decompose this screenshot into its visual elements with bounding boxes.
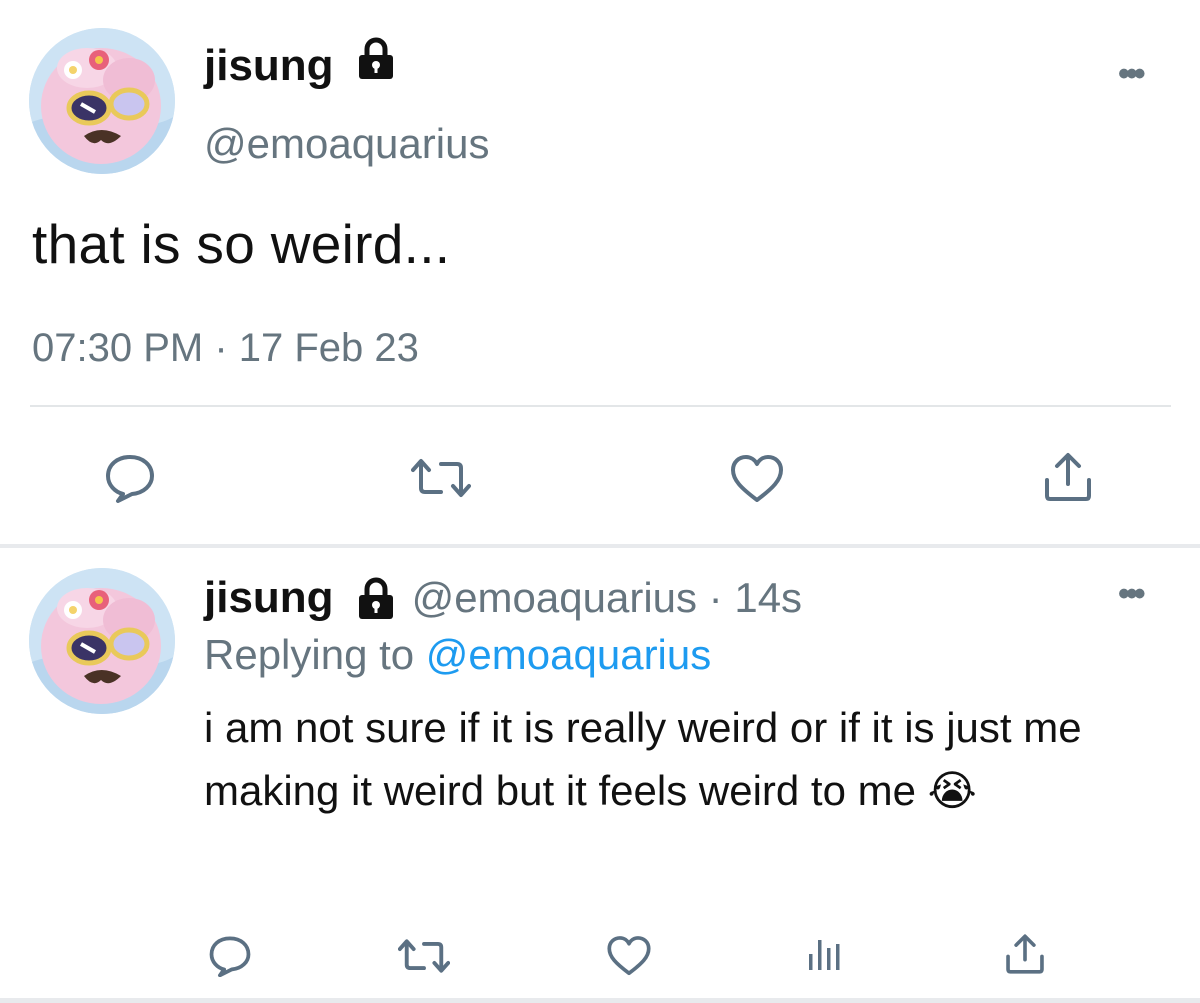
analytics-icon[interactable]: [806, 934, 846, 974]
avatar[interactable]: [29, 568, 175, 714]
replying-to-label: Replying to: [204, 631, 426, 678]
tweet-text: i am not sure if it is really weird or i…: [204, 696, 1154, 822]
reply-icon[interactable]: [104, 453, 156, 503]
lock-icon: [356, 36, 396, 96]
lock-icon: [356, 576, 396, 620]
replying-to: Replying to @emoaquarius: [204, 626, 711, 684]
section-separator: [0, 544, 1200, 548]
display-name[interactable]: jisung: [204, 36, 396, 96]
more-options-button[interactable]: •••: [1118, 57, 1146, 91]
divider: [30, 405, 1171, 407]
reply-icon[interactable]: [208, 935, 252, 977]
share-icon[interactable]: [1042, 452, 1094, 502]
separator-dot: ·: [697, 574, 735, 621]
display-name[interactable]: jisung: [204, 568, 334, 628]
tweet-age[interactable]: 14s: [734, 568, 802, 628]
tweet-text: that is so weird...: [32, 213, 451, 275]
like-icon[interactable]: [729, 454, 785, 504]
display-name-text[interactable]: jisung: [204, 36, 334, 96]
retweet-icon[interactable]: [411, 456, 471, 500]
avatar[interactable]: [29, 28, 175, 174]
bottom-separator: [0, 998, 1200, 1003]
retweet-icon[interactable]: [398, 937, 450, 975]
crying-emoji: 😭: [927, 767, 977, 814]
mention-link[interactable]: @emoaquarius: [426, 631, 711, 678]
share-icon[interactable]: [1004, 933, 1046, 975]
handle[interactable]: @emoaquarius: [412, 568, 697, 628]
handle[interactable]: @emoaquarius: [204, 114, 489, 174]
reply-header: jisung @emoaquarius · 14s: [204, 568, 802, 628]
like-icon[interactable]: [606, 935, 652, 977]
more-options-button[interactable]: •••: [1118, 577, 1146, 611]
timestamp[interactable]: 07:30 PM · 17 Feb 23: [32, 318, 419, 378]
